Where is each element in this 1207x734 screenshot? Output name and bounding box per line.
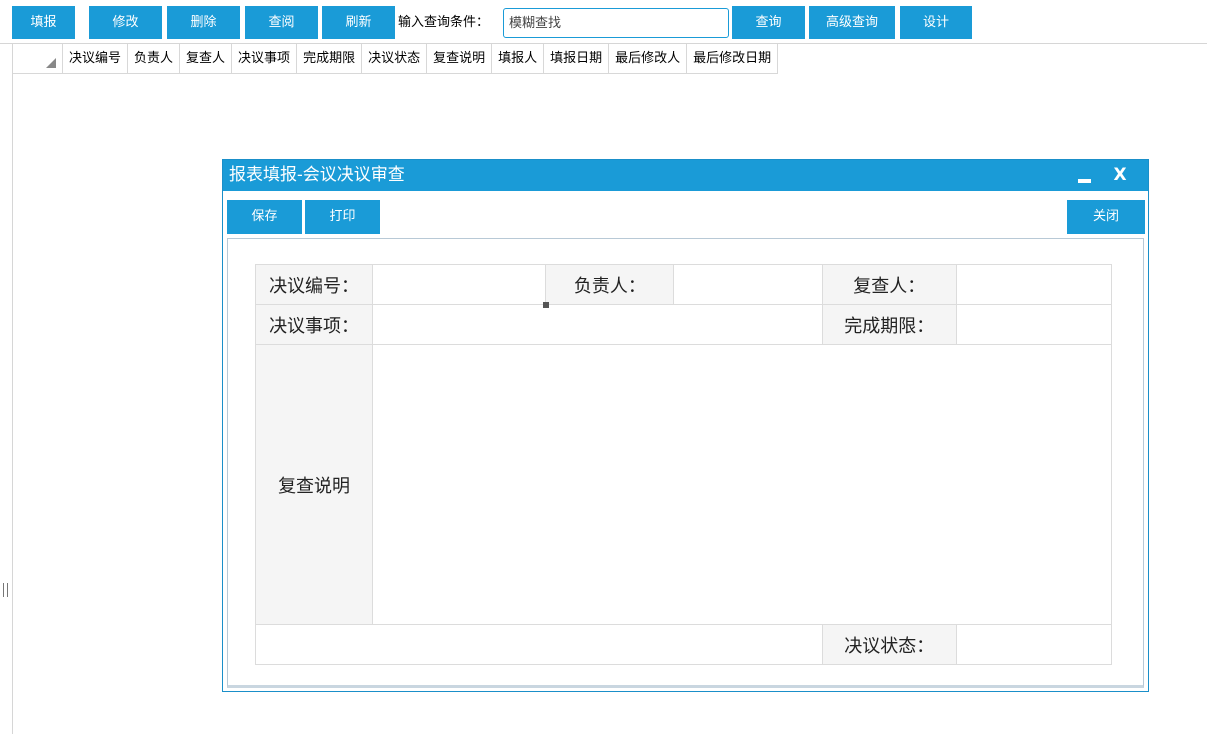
matter-label: 决议事项： bbox=[254, 304, 374, 345]
owner-field[interactable] bbox=[673, 264, 823, 305]
grid-header: 决议编号 负责人 复查人 决议事项 完成期限 决议状态 复查说明 填报人 填报日… bbox=[13, 44, 779, 74]
close-icon[interactable]: X bbox=[1112, 163, 1128, 187]
deadline-label: 完成期限： bbox=[821, 304, 957, 345]
resolution-no-label: 决议编号： bbox=[254, 264, 374, 305]
status-input[interactable] bbox=[956, 636, 1111, 654]
review-note-label: 复查说明 bbox=[254, 344, 374, 625]
column-header[interactable]: 决议状态 bbox=[362, 44, 428, 74]
column-header[interactable]: 最后修改日期 bbox=[687, 44, 779, 74]
select-all-corner-icon[interactable] bbox=[13, 44, 63, 74]
edit-button[interactable]: 修改 bbox=[89, 6, 162, 39]
deadline-field[interactable] bbox=[955, 304, 1113, 345]
owner-label: 负责人： bbox=[545, 264, 675, 305]
column-header[interactable]: 复查人 bbox=[180, 44, 233, 74]
panel-splitter-handle[interactable] bbox=[3, 583, 8, 597]
status-field[interactable] bbox=[955, 624, 1113, 665]
fill-button[interactable]: 填报 bbox=[12, 6, 75, 39]
reviewer-label: 复查人： bbox=[821, 264, 957, 305]
delete-button[interactable]: 删除 bbox=[167, 6, 240, 39]
status-label: 决议状态： bbox=[821, 624, 957, 665]
review-note-textarea[interactable] bbox=[373, 458, 1111, 506]
column-header[interactable]: 决议编号 bbox=[63, 44, 129, 74]
column-header[interactable]: 填报日期 bbox=[544, 44, 610, 74]
matter-input[interactable] bbox=[373, 316, 822, 334]
refresh-button[interactable]: 刷新 bbox=[322, 6, 395, 39]
search-input[interactable] bbox=[503, 8, 729, 38]
print-button[interactable]: 打印 bbox=[305, 200, 380, 234]
empty-cell bbox=[255, 624, 823, 665]
owner-input[interactable] bbox=[674, 276, 822, 294]
column-header[interactable]: 完成期限 bbox=[297, 44, 363, 74]
column-header[interactable]: 决议事项 bbox=[232, 44, 298, 74]
minimize-icon[interactable] bbox=[1078, 167, 1092, 185]
reviewer-field[interactable] bbox=[955, 264, 1113, 305]
review-form: 决议编号： 负责人： 复查人： 决议事项： 完成期限： 复查说明 决议状态： bbox=[254, 264, 1113, 665]
review-note-field[interactable] bbox=[372, 344, 1112, 625]
main-toolbar: 填报 修改 删除 查阅 刷新 输入查询条件： 查询 高级查询 设计 bbox=[0, 0, 1207, 44]
search-button[interactable]: 查询 bbox=[732, 6, 805, 39]
report-fill-dialog: 报表填报-会议决议审查 X 保存 打印 关闭 决议编号： 负责人： 复查人： 决… bbox=[222, 159, 1149, 692]
view-button[interactable]: 查阅 bbox=[245, 6, 318, 39]
column-header[interactable]: 填报人 bbox=[492, 44, 545, 74]
reviewer-input[interactable] bbox=[956, 276, 1111, 294]
column-header[interactable]: 负责人 bbox=[128, 44, 181, 74]
dialog-toolbar: 保存 打印 关闭 bbox=[227, 198, 1146, 234]
search-label: 输入查询条件： bbox=[398, 15, 490, 30]
save-button[interactable]: 保存 bbox=[227, 200, 302, 234]
dialog-body: 决议编号： 负责人： 复查人： 决议事项： 完成期限： 复查说明 决议状态： bbox=[227, 238, 1144, 688]
advanced-search-button[interactable]: 高级查询 bbox=[809, 6, 895, 39]
column-header[interactable]: 复查说明 bbox=[427, 44, 493, 74]
column-header[interactable]: 最后修改人 bbox=[609, 44, 688, 74]
matter-field[interactable] bbox=[372, 304, 823, 345]
dialog-title[interactable]: 报表填报-会议决议审查 bbox=[223, 160, 1148, 191]
close-button[interactable]: 关闭 bbox=[1067, 200, 1145, 234]
deadline-input[interactable] bbox=[956, 316, 1111, 334]
design-button[interactable]: 设计 bbox=[900, 6, 972, 39]
resolution-no-field[interactable] bbox=[372, 264, 551, 309]
resolution-no-input[interactable] bbox=[373, 276, 546, 294]
